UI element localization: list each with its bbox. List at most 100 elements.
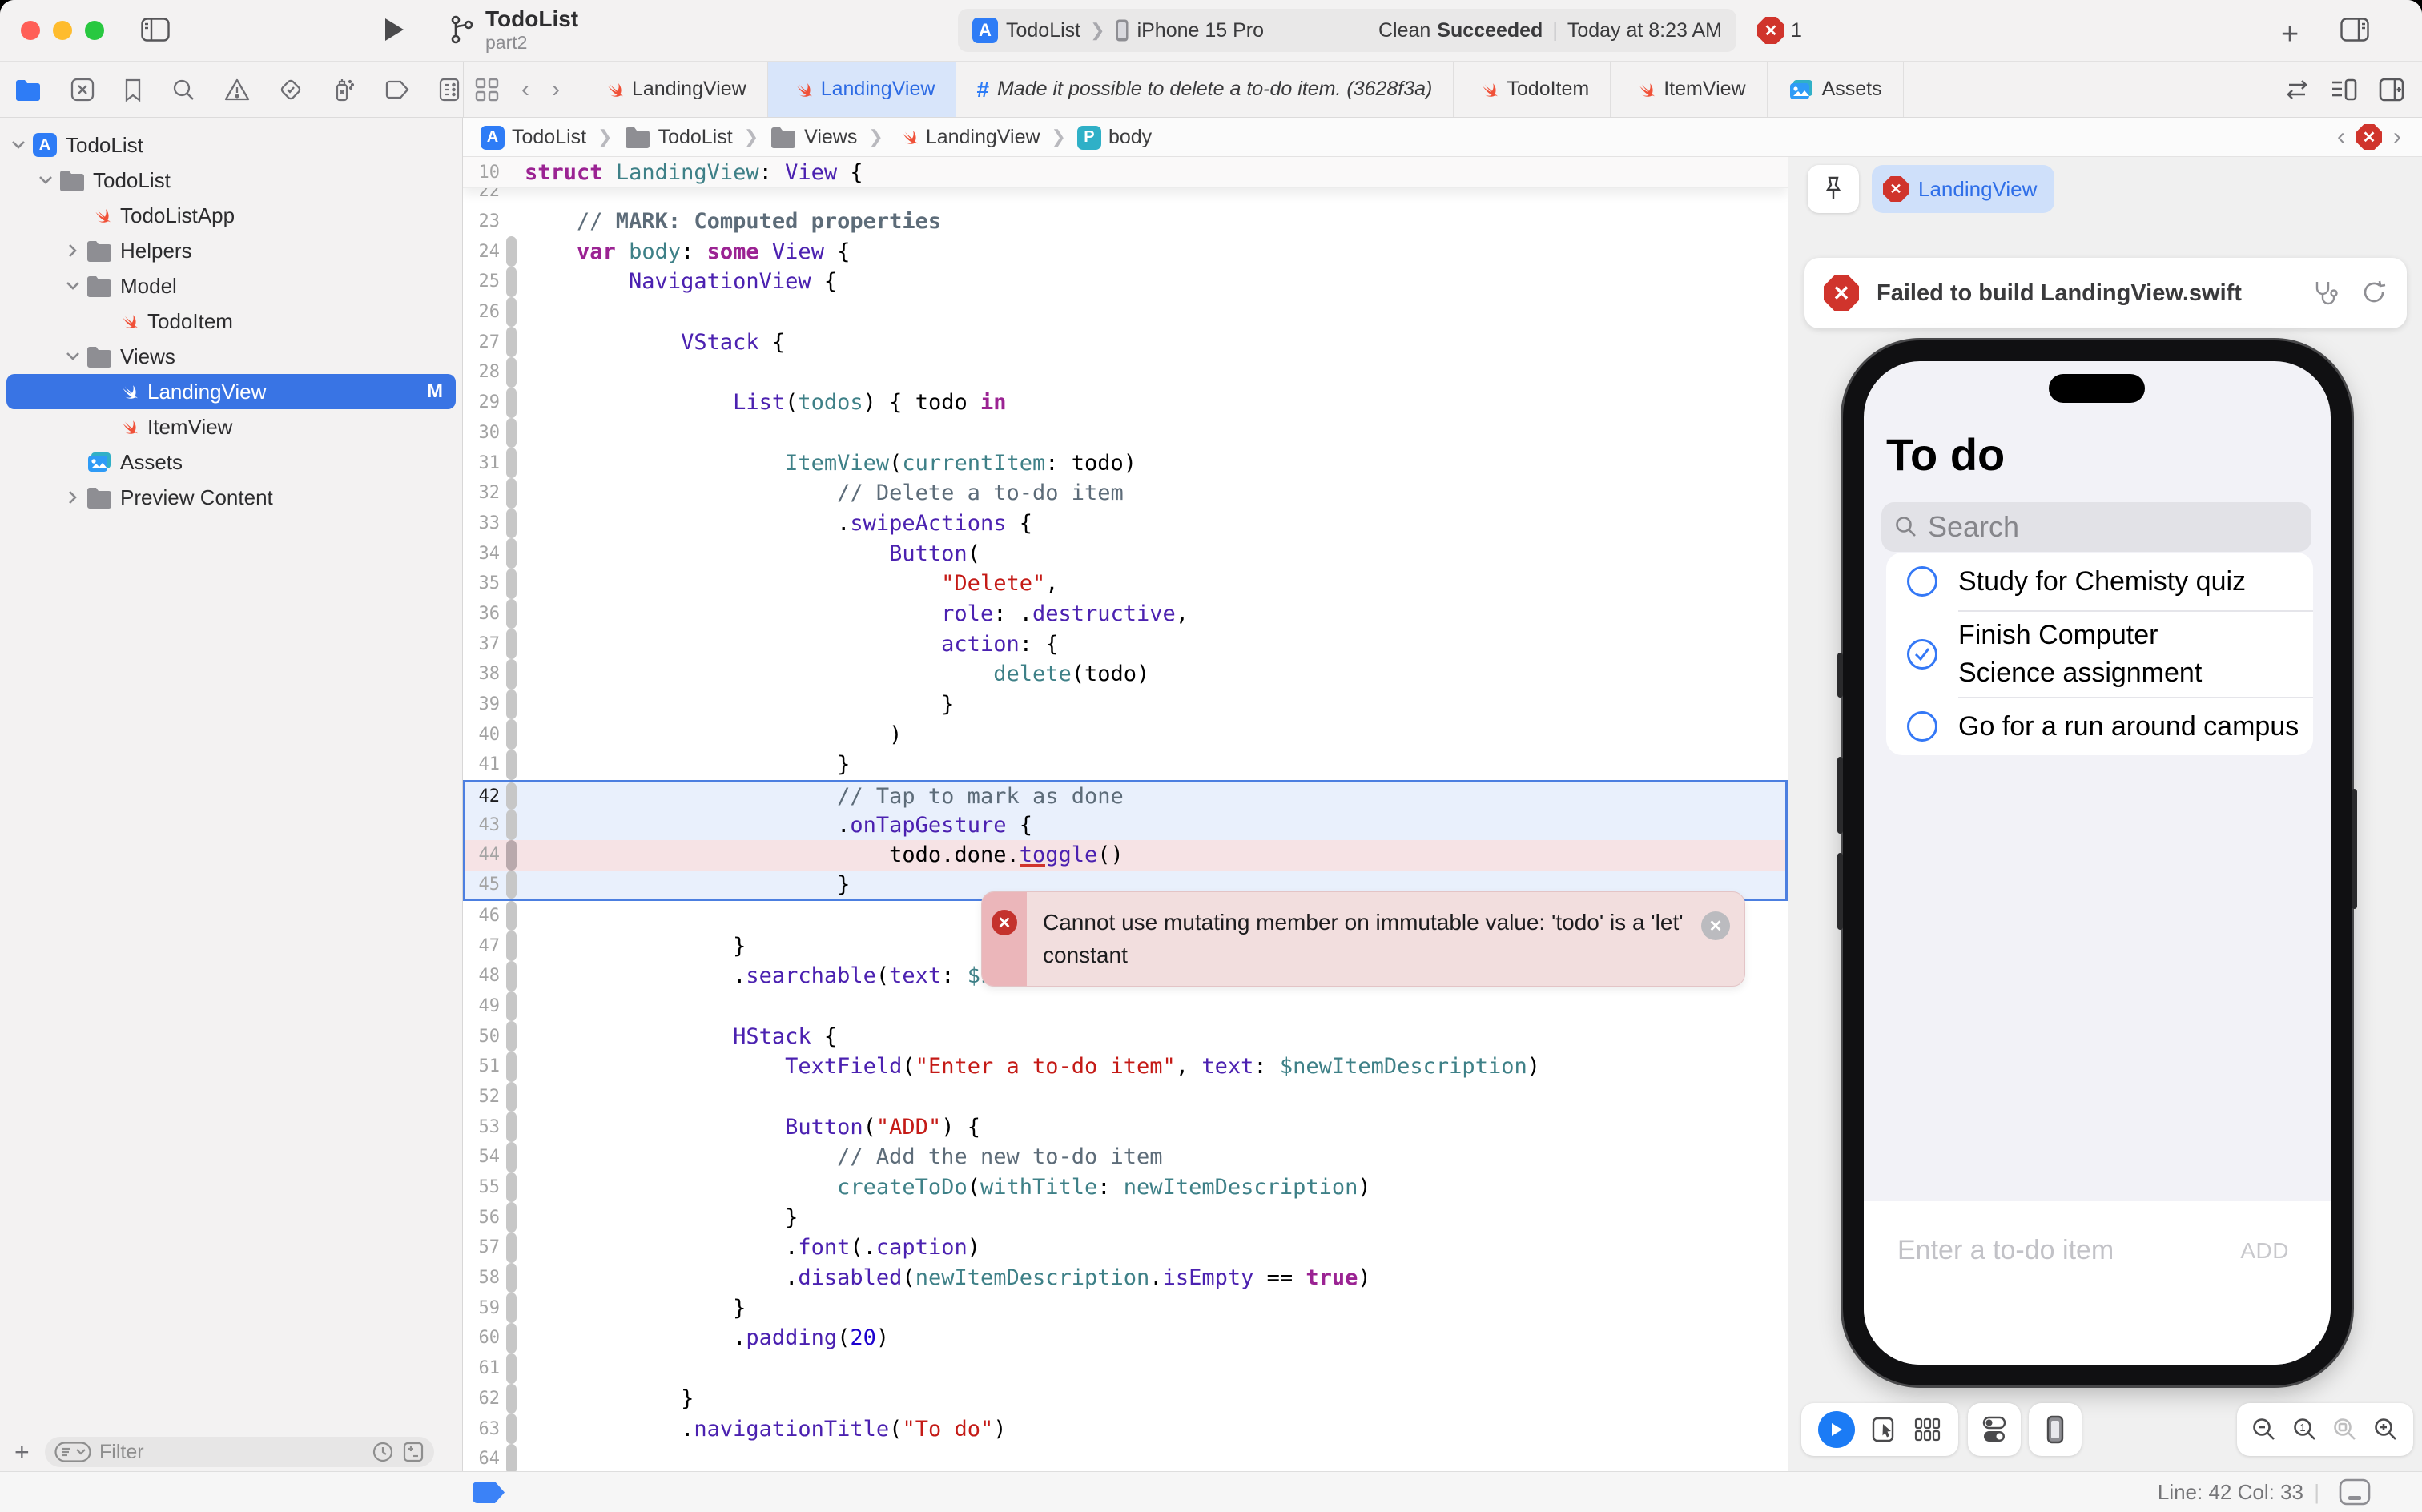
minimap-toggle-icon[interactable] [2339,1478,2371,1506]
toggle-right-sidebar-icon[interactable] [2340,18,2369,42]
code-line-52[interactable]: 52 [463,1082,1788,1112]
code-line-54[interactable]: 54 // Add the new to-do item [463,1142,1788,1172]
code-line-56[interactable]: 56 } [463,1202,1788,1233]
code-line-38[interactable]: 38 delete(todo) [463,659,1788,690]
run-destination[interactable]: iPhone 15 Pro [1137,19,1264,42]
go-forward-icon[interactable]: › [541,62,571,117]
app-search-field[interactable]: Search [1881,502,2311,552]
breadcrumb-item-todolist[interactable]: TodoList [624,126,733,149]
zoom-100-icon[interactable]: 1 [2292,1417,2318,1442]
code-line-23[interactable]: 23 // MARK: Computed properties [463,207,1788,237]
project-navigator-tab[interactable] [14,78,42,101]
unchecked-circle-icon[interactable] [1907,566,1937,597]
disclosure-open-icon[interactable] [61,352,85,361]
filter-field[interactable]: Filter [45,1437,434,1467]
code-line-32[interactable]: 32 // Delete a to-do item [463,478,1788,509]
add-toolbar-button[interactable]: + [2281,18,2299,52]
tree-item-views[interactable]: Views [6,339,456,374]
code-line-53[interactable]: 53 Button("ADD") { [463,1112,1788,1142]
breadcrumb-item-landingview[interactable]: LandingView [895,125,1040,149]
checked-circle-icon[interactable] [1907,639,1937,670]
code-line-41[interactable]: 41 } [463,750,1788,780]
preview-device-icon[interactable] [2046,1415,2064,1444]
code-line-31[interactable]: 31 ItemView(currentItem: todo) [463,448,1788,478]
code-line-28[interactable]: 28 [463,357,1788,388]
code-line-42[interactable]: 42 // Tap to mark as done [463,780,1788,810]
disclosure-open-icon[interactable] [34,175,58,185]
tab-made-it-possible-to-delete-a-t[interactable]: #Made it possible to delete a to-do item… [956,62,1454,117]
code-line-39[interactable]: 39 } [463,690,1788,720]
code-line-62[interactable]: 62 } [463,1384,1788,1414]
todo-item[interactable]: Go for a run around campus [1886,698,2313,755]
close-window-button[interactable] [21,21,40,40]
zoom-window-button[interactable] [85,21,104,40]
code-line-55[interactable]: 55 createToDo(withTitle: newItemDescript… [463,1172,1788,1203]
activity-status[interactable]: Clean Succeeded | Today at 8:23 AM [1378,19,1722,42]
pin-preview-button[interactable] [1808,165,1859,213]
code-line-60[interactable]: 60 .padding(20) [463,1323,1788,1353]
selectable-mode-icon[interactable] [1872,1416,1897,1443]
toggle-left-sidebar-icon[interactable] [141,18,170,42]
code-line-30[interactable]: 30 [463,418,1788,448]
zoom-in-icon[interactable] [2373,1417,2399,1442]
tree-item-itemview[interactable]: ItemView [6,409,456,444]
bookmarks-navigator-tab[interactable] [123,78,143,102]
breakpoints-navigator-tab[interactable] [384,79,410,100]
code-line-26[interactable]: 26 [463,297,1788,328]
tree-item-todolistapp[interactable]: TodoListApp [6,198,456,233]
tab-landingview[interactable]: LandingView [768,62,956,117]
disclosure-closed-icon[interactable] [61,490,85,505]
device-settings-icon[interactable] [1981,1415,2008,1444]
source-control-navigator-tab[interactable] [70,78,95,102]
error-annotation[interactable]: ✕ Cannot use mutating member on immutabl… [981,891,1745,987]
error-count-badge[interactable]: ✕ 1 [1757,17,1802,44]
recent-files-icon[interactable] [372,1441,394,1463]
todo-item[interactable]: Study for Chemisty quiz [1886,553,2313,610]
tree-item-helpers[interactable]: Helpers [6,233,456,268]
code-line-27[interactable]: 27 VStack { [463,327,1788,357]
breakpoints-toggle-icon[interactable] [473,1482,505,1503]
code-line-58[interactable]: 58 .disabled(newItemDescription.isEmpty … [463,1263,1788,1293]
code-line-24[interactable]: 24 var body: some View { [463,236,1788,267]
live-preview-button[interactable] [1818,1411,1855,1448]
add-file-icon[interactable]: + [14,1438,30,1467]
add-editor-icon[interactable] [2379,78,2404,102]
tab-landingview[interactable]: LandingView [579,62,768,117]
breadcrumb-item-views[interactable]: Views [770,126,857,149]
issues-navigator-tab[interactable] [224,78,250,102]
editor-options-icon[interactable] [2331,78,2358,102]
disclosure-closed-icon[interactable] [61,243,85,258]
code-line-51[interactable]: 51 TextField("Enter a to-do item", text:… [463,1052,1788,1082]
scheme-name[interactable]: TodoList [1006,19,1080,42]
disclosure-open-icon[interactable] [61,281,85,291]
preview-target-pill[interactable]: ✕ LandingView [1872,165,2054,213]
code-line-40[interactable]: 40 ) [463,719,1788,750]
code-line-50[interactable]: 50 HStack { [463,1021,1788,1052]
go-back-icon[interactable]: ‹ [510,62,541,117]
code-line-64[interactable]: 64 [463,1444,1788,1472]
new-item-input[interactable]: Enter a to-do item [1897,1235,2114,1266]
diagnostics-icon[interactable] [2311,279,2340,308]
next-issue-icon[interactable]: › [2393,123,2401,151]
scheme-status-pill[interactable]: A TodoList ❯ iPhone 15 Pro Clean Succeed… [958,9,1736,52]
tree-item-todoitem[interactable]: TodoItem [6,304,456,339]
debug-navigator-tab[interactable] [332,77,356,103]
code-line-63[interactable]: 63 .navigationTitle("To do") [463,1413,1788,1444]
code-line-44[interactable]: 44 todo.done.toggle() [463,840,1788,871]
tree-item-todolist[interactable]: ATodoList [6,127,456,163]
code-line-25[interactable]: 25 NavigationView { [463,267,1788,297]
previous-issue-icon[interactable]: ‹ [2337,123,2345,151]
code-line-34[interactable]: 34 Button( [463,538,1788,569]
tree-item-todolist[interactable]: TodoList [6,163,456,198]
related-items-icon[interactable] [464,62,510,117]
issue-badge-icon[interactable]: ✕ [2356,124,2382,150]
disclosure-open-icon[interactable] [6,140,30,150]
code-line-59[interactable]: 59 } [463,1293,1788,1323]
reports-navigator-tab[interactable] [439,78,460,102]
code-line-49[interactable]: 49 [463,991,1788,1022]
preview-screen[interactable]: To do Search Study for Chemisty quizFini… [1864,361,2331,1365]
zoom-fit-icon[interactable] [2332,1417,2358,1442]
code-line-35[interactable]: 35 "Delete", [463,569,1788,599]
code-line-37[interactable]: 37 action: { [463,629,1788,659]
filter-menu-icon[interactable] [54,1442,91,1462]
